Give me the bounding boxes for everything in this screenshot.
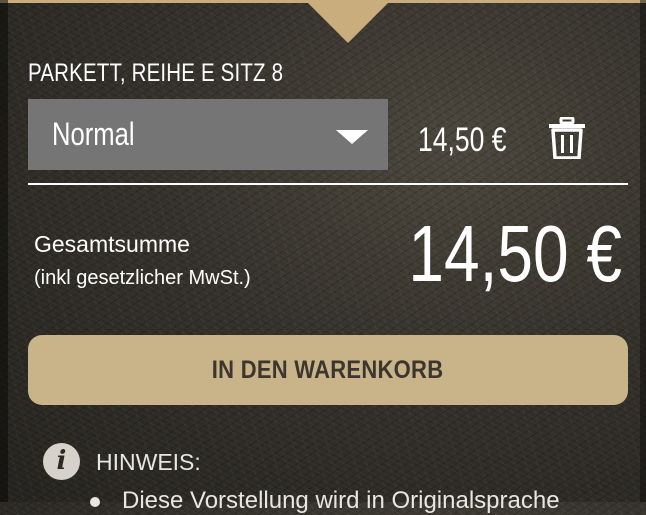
divider — [28, 183, 628, 185]
right-border — [640, 0, 646, 502]
ticket-category-select[interactable]: Normal — [28, 99, 388, 170]
total-amount: 14,50 € — [408, 209, 622, 298]
total-label: Gesamtsumme — [34, 231, 190, 257]
add-to-cart-button[interactable]: IN DEN WARENKORB — [28, 335, 628, 405]
notice-list-item: Diese Vorstellung wird in Originalsprach… — [90, 487, 560, 515]
seat-title: PARKETT, REIHE E SITZ 8 — [28, 59, 284, 87]
info-icon: i — [43, 443, 80, 480]
chevron-down-icon — [336, 130, 368, 144]
pointer-arrow-icon — [308, 3, 388, 43]
add-to-cart-label: IN DEN WARENKORB — [212, 356, 444, 384]
total-tax-note: (inkl gesetzlicher MwSt.) — [34, 267, 251, 289]
notice-item-text: Diese Vorstellung wird in Originalsprach… — [122, 487, 560, 514]
notice-label: HINWEIS: — [96, 449, 201, 475]
ticket-category-value: Normal — [52, 116, 135, 152]
trash-icon[interactable] — [548, 117, 586, 159]
left-border — [0, 0, 8, 502]
ticket-price: 14,50 € — [418, 121, 507, 159]
